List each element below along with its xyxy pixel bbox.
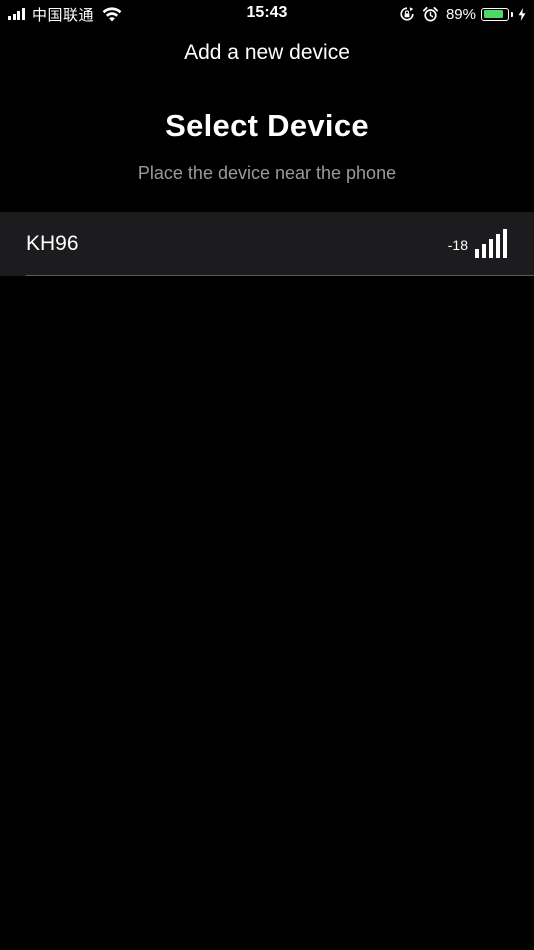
page-subtitle: Place the device near the phone (137, 163, 397, 183)
battery-icon (481, 7, 509, 21)
nav-title: Add a new device (184, 41, 350, 64)
signal-strength-icon (472, 229, 507, 258)
signal-bar (496, 234, 500, 258)
device-name: KH96 (26, 232, 79, 255)
signal-bar (482, 244, 486, 258)
status-bar-right: 89% (400, 4, 526, 24)
device-rssi: -18 (447, 237, 468, 253)
battery-fill (483, 10, 504, 18)
row-divider (26, 275, 534, 276)
signal-bar (489, 239, 493, 258)
device-list: KH96 -18 (0, 212, 534, 276)
battery-cap (511, 11, 513, 17)
device-list-item[interactable]: KH96 -18 (0, 212, 534, 276)
alarm-icon (422, 6, 438, 21)
rotation-lock-icon (400, 7, 414, 21)
charging-bolt-icon (518, 7, 526, 21)
status-bar: 中国联通 15:43 89% (0, 0, 534, 28)
signal-bar (475, 249, 479, 258)
page-title: Select Device (165, 108, 369, 143)
signal-bar (503, 229, 507, 258)
battery-percent: 89% (445, 5, 476, 23)
